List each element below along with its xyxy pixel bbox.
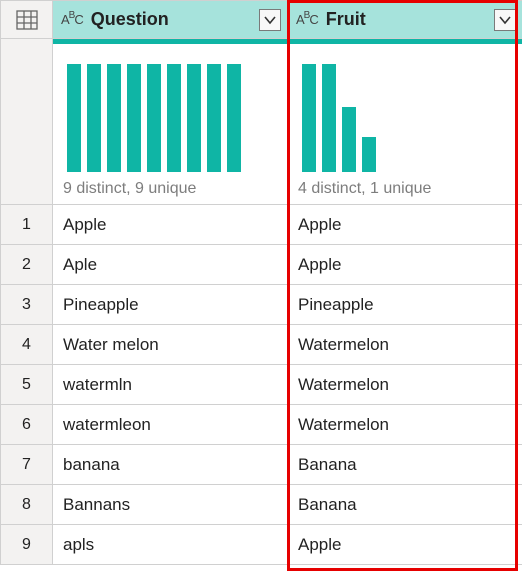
data-table: ABC Question ABC Fruit: [0, 0, 522, 565]
table-row[interactable]: 6watermleonWatermelon: [1, 405, 522, 445]
cell-question[interactable]: apls: [53, 525, 288, 565]
quality-bar: [288, 39, 522, 44]
text-type-icon: ABC: [61, 12, 83, 27]
profile-caption: 9 distinct, 9 unique: [63, 178, 277, 198]
row-number[interactable]: 5: [1, 365, 53, 405]
column-filter-button[interactable]: [259, 9, 281, 31]
table-row[interactable]: 2ApleApple: [1, 245, 522, 285]
chevron-down-icon: [499, 15, 511, 25]
chevron-down-icon: [264, 15, 276, 25]
row-number-blank: [1, 39, 53, 205]
cell-question[interactable]: Apple: [53, 205, 288, 245]
cell-fruit[interactable]: Apple: [288, 205, 522, 245]
distribution-bar: [167, 64, 181, 172]
cell-fruit[interactable]: Watermelon: [288, 365, 522, 405]
distribution-bar: [342, 107, 356, 172]
row-number[interactable]: 6: [1, 405, 53, 445]
cell-question[interactable]: Aple: [53, 245, 288, 285]
cell-fruit[interactable]: Watermelon: [288, 405, 522, 445]
header-row: ABC Question ABC Fruit: [1, 1, 522, 39]
distribution-bar: [67, 64, 81, 172]
table-row[interactable]: 1AppleApple: [1, 205, 522, 245]
distribution-bar: [322, 64, 336, 172]
cell-question[interactable]: watermln: [53, 365, 288, 405]
column-header-fruit[interactable]: ABC Fruit: [288, 1, 522, 39]
distribution-bars: [298, 54, 512, 178]
column-title: Fruit: [324, 9, 488, 30]
column-profile-row: 9 distinct, 9 unique 4 distinct, 1 uniqu…: [1, 39, 522, 205]
profile-cell-fruit: 4 distinct, 1 unique: [288, 39, 522, 205]
distribution-bar: [87, 64, 101, 172]
row-number[interactable]: 1: [1, 205, 53, 245]
distribution-bar: [187, 64, 201, 172]
table-row[interactable]: 7bananaBanana: [1, 445, 522, 485]
table-corner-cell[interactable]: [1, 1, 53, 39]
quality-bar: [53, 39, 287, 44]
distribution-bars: [63, 54, 277, 178]
distribution-bar: [302, 64, 316, 172]
table-row[interactable]: 5watermlnWatermelon: [1, 365, 522, 405]
cell-fruit[interactable]: Banana: [288, 485, 522, 525]
row-number[interactable]: 7: [1, 445, 53, 485]
table-row[interactable]: 8BannansBanana: [1, 485, 522, 525]
row-number[interactable]: 2: [1, 245, 53, 285]
cell-question[interactable]: watermleon: [53, 405, 288, 445]
cell-question[interactable]: Bannans: [53, 485, 288, 525]
cell-question[interactable]: Water melon: [53, 325, 288, 365]
distribution-bar: [147, 64, 161, 172]
column-filter-button[interactable]: [494, 9, 516, 31]
text-type-icon: ABC: [296, 12, 318, 27]
table-icon: [1, 1, 52, 38]
table-row[interactable]: 4Water melonWatermelon: [1, 325, 522, 365]
cell-fruit[interactable]: Watermelon: [288, 325, 522, 365]
cell-fruit[interactable]: Banana: [288, 445, 522, 485]
column-title: Question: [89, 9, 253, 30]
cell-fruit[interactable]: Pineapple: [288, 285, 522, 325]
profile-caption: 4 distinct, 1 unique: [298, 178, 512, 198]
profile-cell-question: 9 distinct, 9 unique: [53, 39, 288, 205]
distribution-bar: [227, 64, 241, 172]
distribution-bar: [362, 137, 376, 172]
distribution-bar: [207, 64, 221, 172]
row-number[interactable]: 9: [1, 525, 53, 565]
row-number[interactable]: 3: [1, 285, 53, 325]
row-number[interactable]: 4: [1, 325, 53, 365]
cell-question[interactable]: banana: [53, 445, 288, 485]
cell-fruit[interactable]: Apple: [288, 245, 522, 285]
distribution-bar: [127, 64, 141, 172]
cell-question[interactable]: Pineapple: [53, 285, 288, 325]
cell-fruit[interactable]: Apple: [288, 525, 522, 565]
column-header-question[interactable]: ABC Question: [53, 1, 288, 39]
row-number[interactable]: 8: [1, 485, 53, 525]
table-row[interactable]: 9aplsApple: [1, 525, 522, 565]
table-row[interactable]: 3PineapplePineapple: [1, 285, 522, 325]
distribution-bar: [107, 64, 121, 172]
